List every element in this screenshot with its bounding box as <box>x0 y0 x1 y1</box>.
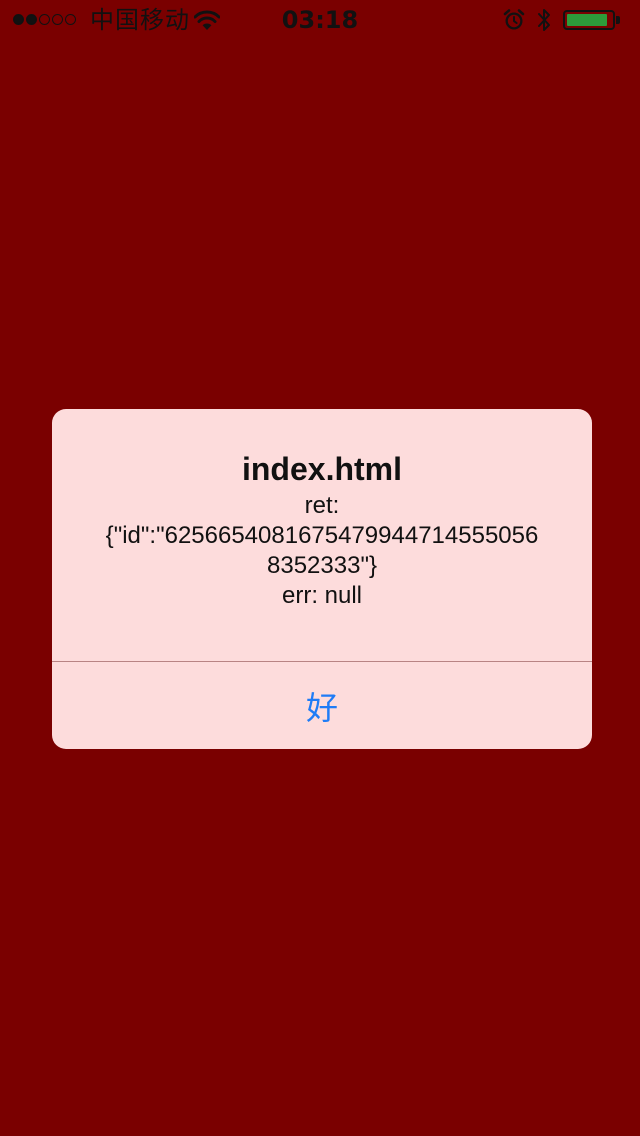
battery-cap <box>616 16 620 24</box>
alert-dialog: index.html ret: {"id":"62566540816754799… <box>52 409 592 749</box>
battery-level-fill <box>567 14 608 26</box>
alert-message-line: {"id":"6256654081675479944714555056 <box>105 522 539 549</box>
alert-message-line: ret: <box>304 492 340 519</box>
alert-message-line: 8352333"} <box>267 552 377 579</box>
status-bar: 中国移动 03:18 <box>0 0 640 40</box>
alert-message-line: err: null <box>281 582 363 609</box>
battery-icon <box>563 10 615 30</box>
ok-button[interactable]: 好 <box>52 662 592 749</box>
alarm-icon <box>503 9 525 30</box>
alert-message: ret: {"id":"6256654081675479944714555056… <box>82 491 562 611</box>
alert-title: index.html <box>241 451 402 487</box>
alert-body: index.html ret: {"id":"62566540816754799… <box>52 409 592 661</box>
bluetooth-icon <box>538 9 550 31</box>
